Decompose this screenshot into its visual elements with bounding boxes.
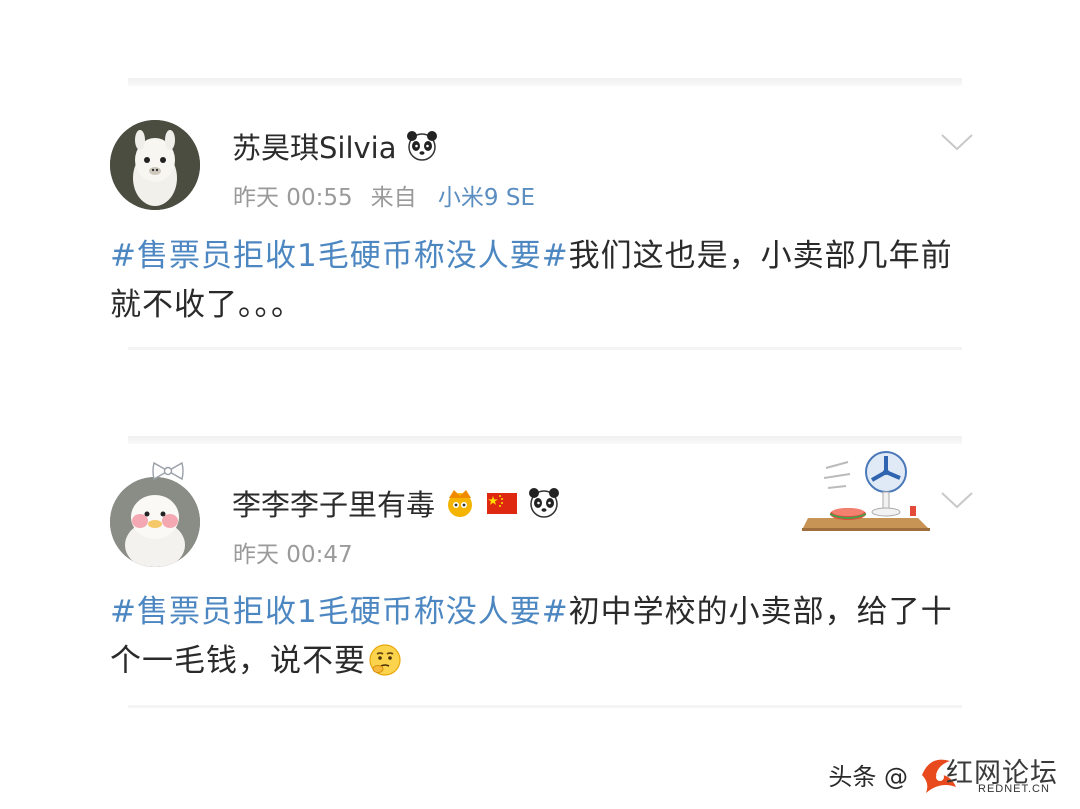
device-link[interactable]: 小米9 SE	[438, 185, 535, 211]
thinking-face-icon	[369, 644, 401, 676]
weibo-comment-screenshot: 苏昊琪Silvia 昨天 00:55 来自 小米9 SE #售票员拒收1毛硬币称…	[0, 0, 1080, 809]
avatar[interactable]	[110, 120, 200, 210]
card-divider-top	[128, 78, 962, 86]
post-time: 昨天 00:47	[233, 542, 353, 568]
crown-fan-badge-icon	[448, 490, 473, 517]
bow-icon	[152, 461, 184, 481]
fan-and-watermelon-sticker	[802, 451, 930, 531]
card-divider-bottom	[128, 347, 962, 350]
watermark: 头条 @ 红网论坛 REDNET.CN	[828, 749, 1066, 799]
source-label: 来自 小米9 SE	[371, 178, 535, 212]
post-time: 昨天 00:55	[233, 185, 353, 211]
panda-icon	[529, 488, 560, 518]
panda-icon	[406, 131, 437, 161]
alpaca-avatar-icon	[110, 120, 200, 210]
card-divider-top	[128, 436, 962, 444]
watermark-prefix: 头条 @	[828, 762, 908, 791]
chevron-down-icon[interactable]	[940, 132, 974, 152]
post-content: #售票员拒收1毛硬币称没人要#我们这也是，小卖部几年前就不收了。。。	[110, 232, 970, 330]
card-divider-bottom	[128, 705, 962, 708]
post-content: #售票员拒收1毛硬币称没人要#初中学校的小卖部，给了十个一毛钱，说不要	[110, 588, 970, 686]
hashtag-link[interactable]: #售票员拒收1毛硬币称没人要#	[110, 594, 569, 630]
post-meta: 昨天 00:55 来自 小米9 SE	[233, 178, 535, 212]
source-prefix: 来自	[370, 185, 417, 211]
hashtag-link[interactable]: #售票员拒收1毛硬币称没人要#	[110, 238, 569, 274]
username[interactable]: 李李李子里有毒	[232, 482, 435, 524]
rednet-logo: 红网论坛 REDNET.CN	[916, 749, 1066, 799]
username[interactable]: 苏昊琪Silvia	[232, 125, 397, 167]
watermark-logo-sub: REDNET.CN	[978, 783, 1050, 795]
chevron-down-icon[interactable]	[940, 490, 974, 510]
china-flag-icon	[487, 493, 518, 514]
username-row: 李李李子里有毒	[232, 482, 561, 524]
avatar[interactable]	[110, 477, 200, 567]
post-meta: 昨天 00:47	[233, 535, 353, 569]
duck-avatar-icon	[110, 477, 200, 567]
username-row: 苏昊琪Silvia	[232, 125, 439, 167]
